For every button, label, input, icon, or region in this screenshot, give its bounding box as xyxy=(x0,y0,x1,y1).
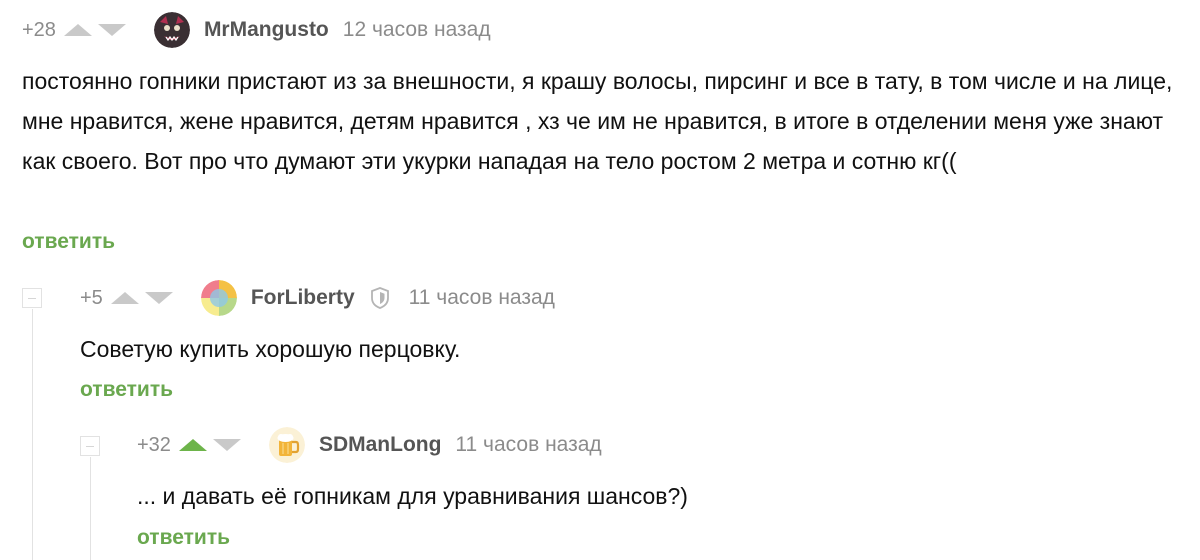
timestamp[interactable]: 12 часов назад xyxy=(343,18,491,42)
timestamp[interactable]: 11 часов назад xyxy=(455,433,601,457)
thread-line[interactable] xyxy=(90,457,91,560)
comment-rating: +5 xyxy=(80,286,103,309)
dark-creature-avatar-icon xyxy=(153,12,190,48)
avatar[interactable] xyxy=(200,280,237,316)
comment-text: Советую купить хорошую перцовку. xyxy=(80,336,461,362)
downvote-icon[interactable] xyxy=(97,24,126,36)
comment-header: +5 ForLiberty 11 часов назад xyxy=(80,280,555,316)
comment-text: постоянно гопники пристают из за внешнос… xyxy=(22,68,1173,174)
shield-icon xyxy=(369,286,391,310)
reply-link[interactable]: ответить xyxy=(80,378,173,402)
username[interactable]: ForLiberty xyxy=(251,286,355,310)
upvote-icon[interactable] xyxy=(63,24,92,36)
upvote-icon[interactable] xyxy=(110,292,139,304)
comment-rating: +32 xyxy=(137,433,171,456)
upvote-icon[interactable] xyxy=(178,439,207,451)
avatar[interactable] xyxy=(268,427,305,463)
username[interactable]: MrMangusto xyxy=(204,18,329,42)
beer-mug-avatar-icon xyxy=(268,427,305,463)
timestamp[interactable]: 11 часов назад xyxy=(409,286,555,310)
comment-header: +32 SDManLong 11 часов назад xyxy=(137,427,602,463)
thread-line[interactable] xyxy=(32,309,33,560)
reply-link[interactable]: ответить xyxy=(137,526,230,550)
username[interactable]: SDManLong xyxy=(319,433,441,457)
avatar[interactable] xyxy=(153,12,190,48)
colored-circle-avatar-icon xyxy=(200,280,237,316)
downvote-icon[interactable] xyxy=(212,439,241,451)
comment-text: ... и давать её гопникам для уравнивания… xyxy=(137,483,688,509)
comment-rating: +28 xyxy=(22,18,56,41)
downvote-icon[interactable] xyxy=(144,292,173,304)
collapse-thread-button[interactable] xyxy=(22,288,42,308)
comment-header: +28 MrMangusto 12 часов назад xyxy=(22,12,491,48)
collapse-thread-button[interactable] xyxy=(80,436,100,456)
reply-link[interactable]: ответить xyxy=(22,230,115,254)
